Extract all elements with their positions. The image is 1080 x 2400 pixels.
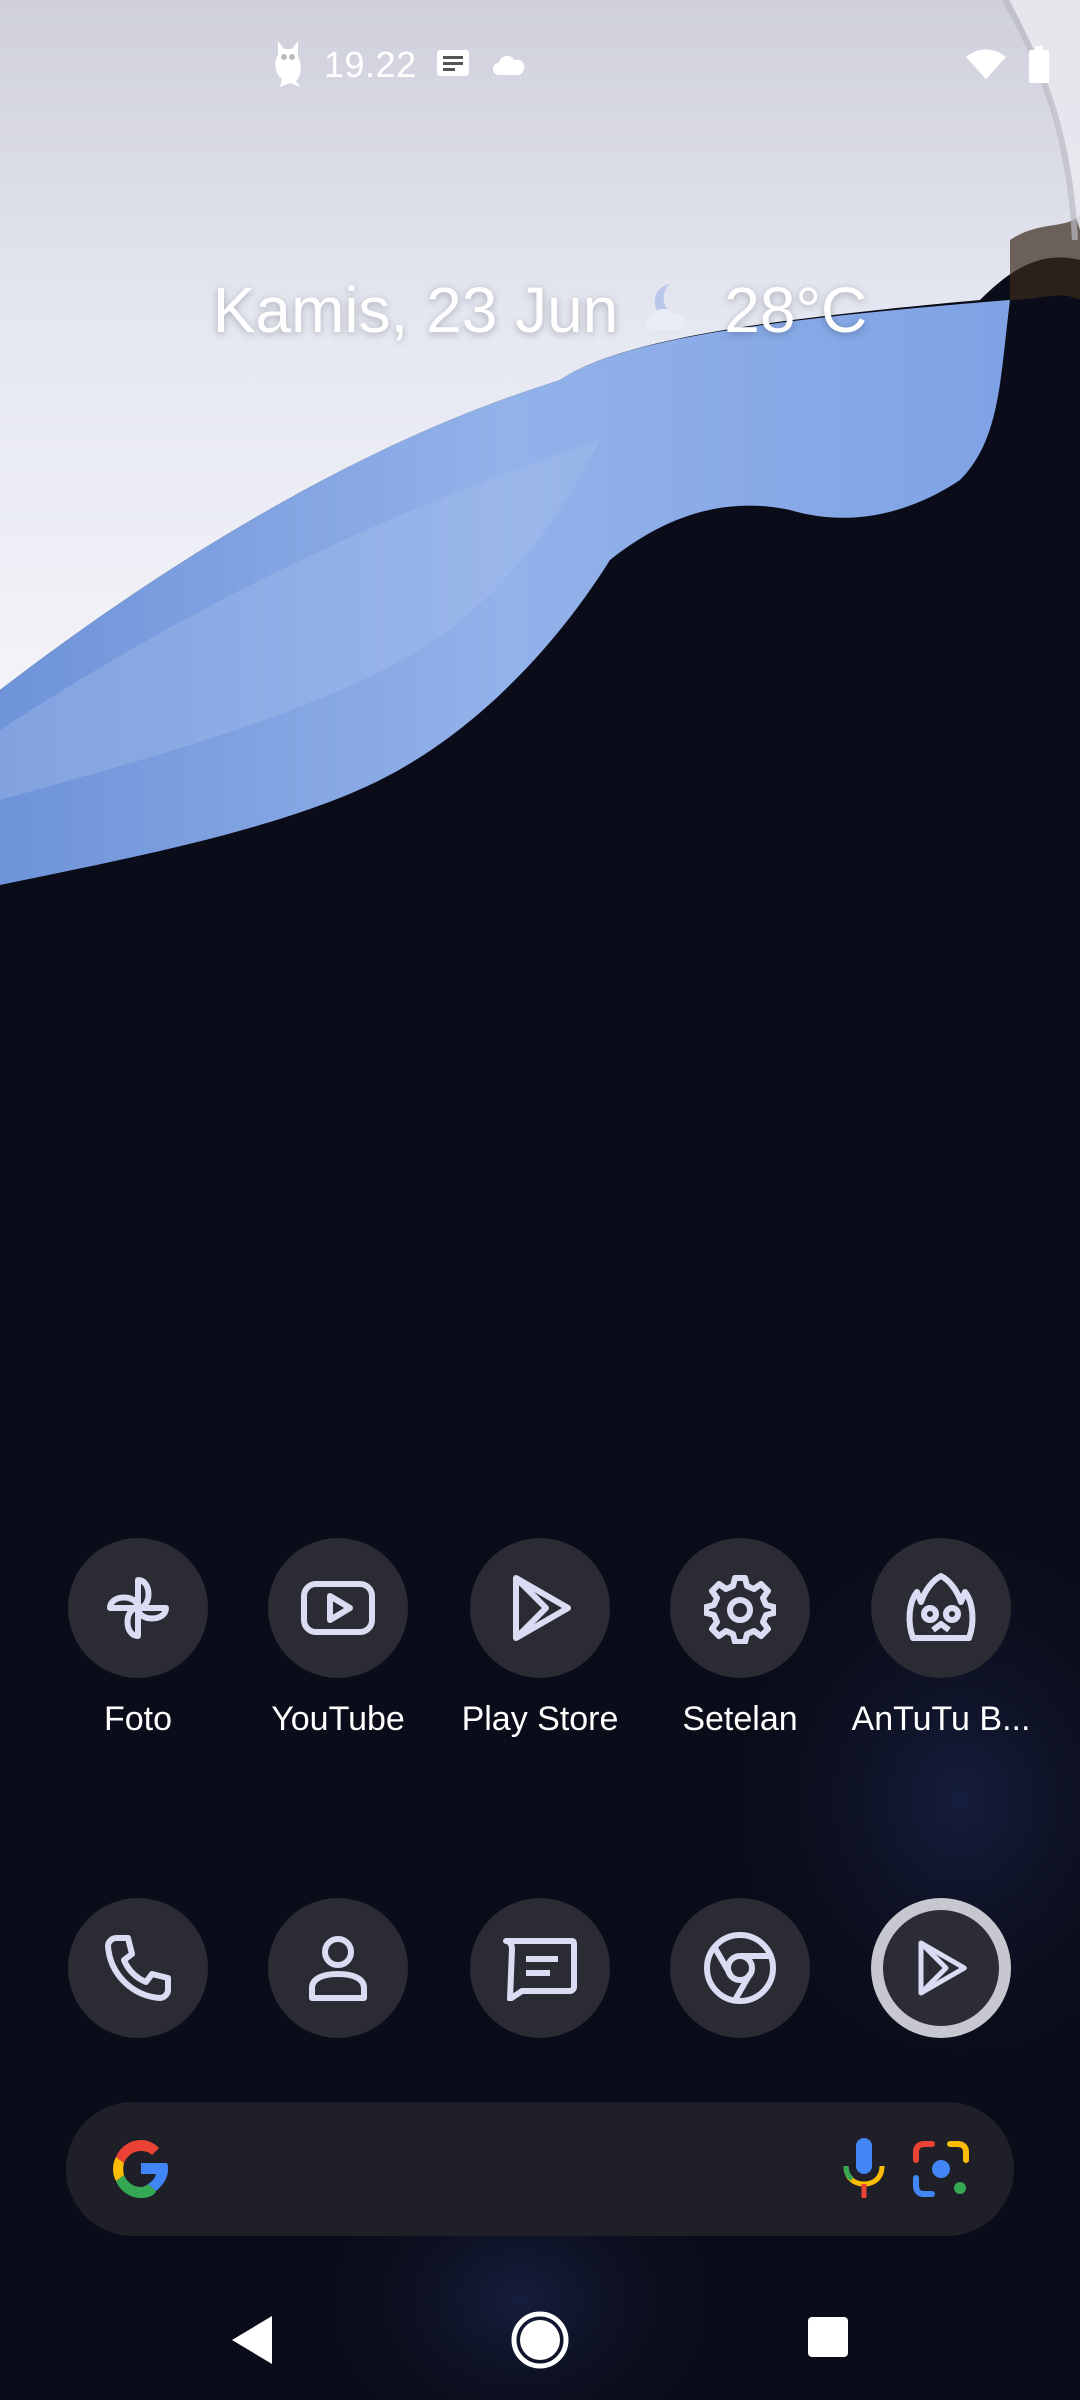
status-bar-left: 19.22 bbox=[270, 38, 529, 92]
owl-app-icon bbox=[270, 37, 306, 94]
home-icon[interactable] bbox=[510, 2310, 570, 2375]
app-antutu[interactable]: AnTuTu B... bbox=[846, 1538, 1036, 1739]
app-label: Setelan bbox=[682, 1700, 798, 1738]
contacts-icon[interactable] bbox=[268, 1898, 408, 2038]
antutu-icon[interactable] bbox=[871, 1538, 1011, 1678]
dock-phone[interactable] bbox=[43, 1898, 233, 2038]
date-text[interactable]: Kamis, 23 Jun bbox=[213, 273, 619, 347]
back-icon[interactable] bbox=[228, 2314, 278, 2371]
app-label: Play Store bbox=[461, 1700, 619, 1738]
temperature-text[interactable]: 28°C bbox=[724, 273, 867, 347]
app-label: AnTuTu B... bbox=[851, 1700, 1031, 1738]
gear-icon[interactable] bbox=[670, 1538, 810, 1678]
status-bar: 19.22 bbox=[0, 0, 1080, 130]
chrome-icon[interactable] bbox=[670, 1898, 810, 2038]
play-store-icon[interactable] bbox=[871, 1898, 1011, 2038]
phone-icon[interactable] bbox=[68, 1898, 208, 2038]
google-search-bar[interactable] bbox=[66, 2102, 1014, 2236]
app-play-store[interactable]: Play Store bbox=[445, 1538, 635, 1739]
play-store-icon[interactable] bbox=[470, 1538, 610, 1678]
app-label: YouTube bbox=[271, 1700, 405, 1738]
wifi-icon bbox=[966, 49, 1006, 86]
messages-icon[interactable] bbox=[470, 1898, 610, 2038]
app-label: Foto bbox=[103, 1700, 173, 1738]
lens-icon[interactable] bbox=[906, 2134, 976, 2209]
pinwheel-icon[interactable] bbox=[68, 1538, 208, 1678]
moon-cloud-icon bbox=[640, 273, 702, 347]
recents-icon[interactable] bbox=[805, 2314, 851, 2365]
app-youtube[interactable]: YouTube bbox=[243, 1538, 433, 1739]
status-bar-right bbox=[966, 42, 1050, 92]
navigation-bar bbox=[0, 2290, 1080, 2400]
status-time: 19.22 bbox=[324, 44, 417, 85]
microphone-icon[interactable] bbox=[836, 2132, 892, 2211]
at-a-glance-widget[interactable]: Kamis, 23 Jun 28°C bbox=[0, 255, 1080, 365]
dock-chrome[interactable] bbox=[645, 1898, 835, 2038]
message-notification-icon bbox=[435, 48, 471, 83]
youtube-icon[interactable] bbox=[268, 1538, 408, 1678]
app-setelan[interactable]: Setelan bbox=[645, 1538, 835, 1739]
google-g-icon[interactable] bbox=[106, 2134, 176, 2209]
dock-contacts[interactable] bbox=[243, 1898, 433, 2038]
dock-play-store[interactable] bbox=[846, 1898, 1036, 2038]
battery-icon bbox=[1028, 45, 1050, 89]
app-foto[interactable]: Foto bbox=[43, 1538, 233, 1739]
dock-messages[interactable] bbox=[445, 1898, 635, 2038]
cloud-icon bbox=[489, 49, 529, 82]
